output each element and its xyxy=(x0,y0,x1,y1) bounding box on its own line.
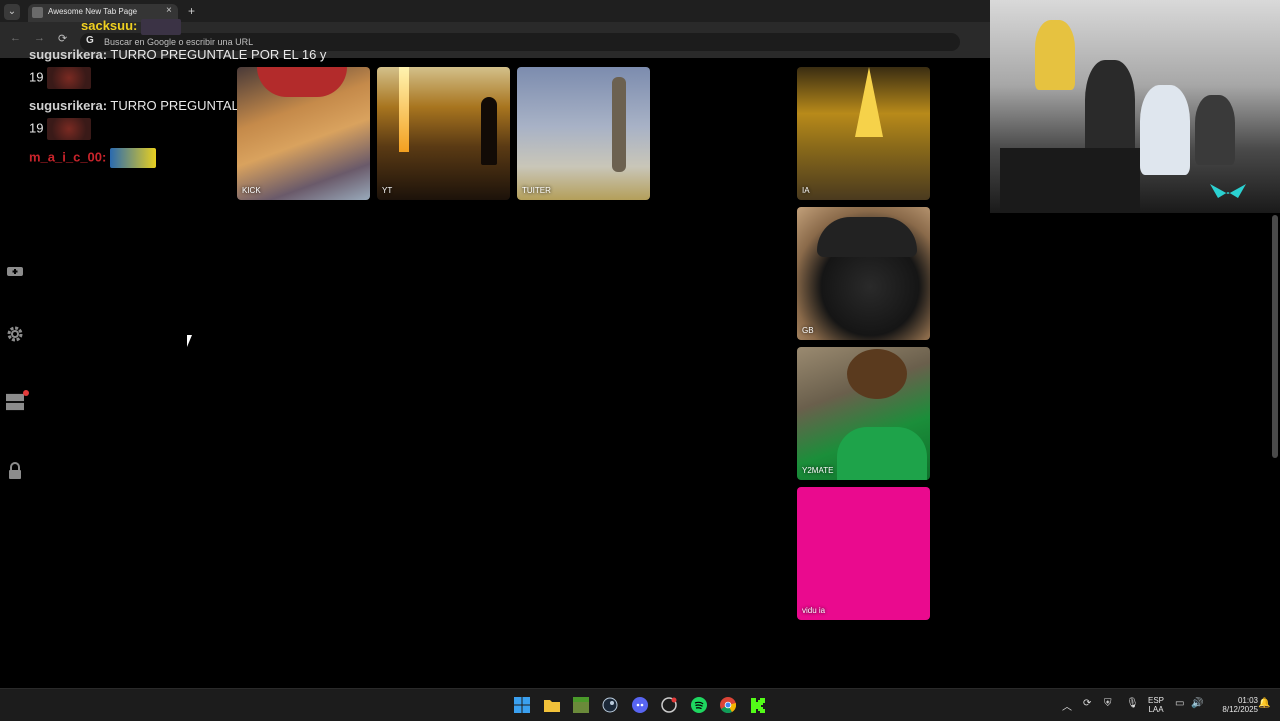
tab-close-button[interactable]: × xyxy=(166,5,172,16)
windows-start-icon[interactable] xyxy=(513,696,531,714)
chat-emote-icon xyxy=(109,148,156,168)
tile-kick[interactable]: KICK xyxy=(237,67,370,200)
google-icon: G xyxy=(86,35,94,46)
lock-icon[interactable] xyxy=(6,462,24,480)
obs-icon[interactable] xyxy=(660,696,678,714)
chat-line: 19 xyxy=(29,67,92,89)
chat-emote-icon xyxy=(47,67,92,89)
chrome-icon[interactable] xyxy=(719,696,737,714)
chat-line: 19 xyxy=(29,118,92,140)
webcam-monitor xyxy=(1000,148,1140,213)
chat-emote-icon xyxy=(47,118,92,140)
tile-image xyxy=(399,67,409,152)
tile-ia[interactable]: IA xyxy=(797,67,930,200)
scrollbar-thumb[interactable] xyxy=(1272,215,1278,458)
clock[interactable]: 01:03 8/12/2025 xyxy=(1208,696,1258,714)
page-scrollbar[interactable] xyxy=(1270,213,1280,688)
chat-line: sacksuu: xyxy=(81,18,181,35)
address-bar-placeholder: Buscar en Google o escribir una URL xyxy=(104,37,254,47)
tile-image xyxy=(855,67,883,137)
tile-label: Y2MATE xyxy=(802,466,834,475)
chat-emote-icon xyxy=(141,18,181,35)
volume-icon[interactable]: 🔊 xyxy=(1191,698,1203,709)
windows-taskbar: ︿ ⟳ ⛨ 🎙 ESP LAA ▭ 🔊 01:03 8/12/2025 🔔 xyxy=(0,688,1280,721)
apps-icon[interactable] xyxy=(6,390,29,411)
tile-image xyxy=(847,349,907,399)
tile-tuiter[interactable]: TUITER xyxy=(517,67,650,200)
tile-label: TUITER xyxy=(522,186,551,195)
webcam-overlay xyxy=(990,0,1280,213)
steam-icon[interactable] xyxy=(601,696,619,714)
chat-username: sacksuu: xyxy=(81,18,138,33)
chat-message: 19 xyxy=(29,120,44,136)
widget-add-icon[interactable] xyxy=(6,262,24,280)
tile-image xyxy=(481,97,497,165)
tile-image xyxy=(612,77,626,172)
security-icon[interactable]: ⛨ xyxy=(1104,698,1112,709)
chat-username: m_a_i_c_00: xyxy=(29,149,107,165)
notification-dot xyxy=(23,390,29,396)
clock-time: 01:03 xyxy=(1237,696,1258,705)
tab-favicon-icon xyxy=(32,7,43,18)
mouse-cursor-icon xyxy=(187,335,192,347)
keyboard-layout: LAA xyxy=(1148,705,1164,714)
discord-icon[interactable] xyxy=(631,696,649,714)
gear-icon[interactable] xyxy=(6,325,24,343)
kick-icon[interactable] xyxy=(749,696,767,714)
new-tab-button[interactable]: + xyxy=(188,4,195,18)
forward-button[interactable]: → xyxy=(34,32,45,44)
tile-vidu-ia[interactable]: vidu ia xyxy=(797,487,930,620)
tile-label: GB xyxy=(802,326,814,335)
webcam-person xyxy=(1035,20,1075,90)
tab-search-dropdown[interactable]: ⌄ xyxy=(4,4,20,20)
input-language[interactable]: ESP LAA xyxy=(1146,696,1166,714)
tile-y2mate[interactable]: Y2MATE xyxy=(797,347,930,480)
tile-label: vidu ia xyxy=(802,606,826,615)
chat-line: sugusrikera: TURRO PREGUNTALE POR EL 16 … xyxy=(29,47,326,62)
tile-image xyxy=(257,67,347,97)
chat-line: m_a_i_c_00: xyxy=(29,148,156,168)
tile-image xyxy=(817,217,917,257)
notification-icon[interactable]: 🔔 xyxy=(1258,698,1270,709)
tab-title: Awesome New Tab Page xyxy=(48,7,138,16)
chat-message: 19 xyxy=(29,69,44,85)
stream-logo-icon xyxy=(1210,182,1246,200)
chat-username: sugusrikera: xyxy=(29,47,108,62)
tile-gb[interactable]: GB xyxy=(797,207,930,340)
spotify-icon[interactable] xyxy=(690,696,708,714)
back-button[interactable]: ← xyxy=(10,32,21,44)
sync-icon[interactable]: ⟳ xyxy=(1083,698,1091,709)
webcam-person xyxy=(1085,60,1135,160)
network-icon[interactable]: ▭ xyxy=(1175,698,1184,709)
microphone-icon[interactable]: 🎙 xyxy=(1126,698,1139,709)
tile-yt[interactable]: YT xyxy=(377,67,510,200)
clock-date: 8/12/2025 xyxy=(1222,705,1258,714)
reload-button[interactable]: ⟳ xyxy=(58,32,67,45)
language-code: ESP xyxy=(1147,696,1164,705)
webcam-person xyxy=(1195,95,1235,165)
chat-username: sugusrikera: xyxy=(29,98,108,113)
chat-message: TURRO PREGUNTALE POR EL 16 y xyxy=(107,47,327,62)
webcam-person xyxy=(1140,85,1190,175)
tile-image xyxy=(837,427,927,480)
file-explorer-icon[interactable] xyxy=(543,696,561,714)
tile-label: YT xyxy=(382,186,393,195)
tile-label: KICK xyxy=(242,186,261,195)
minecraft-icon[interactable] xyxy=(572,696,590,714)
tray-overflow-icon[interactable]: ︿ xyxy=(1062,698,1072,713)
tile-label: IA xyxy=(802,186,810,195)
